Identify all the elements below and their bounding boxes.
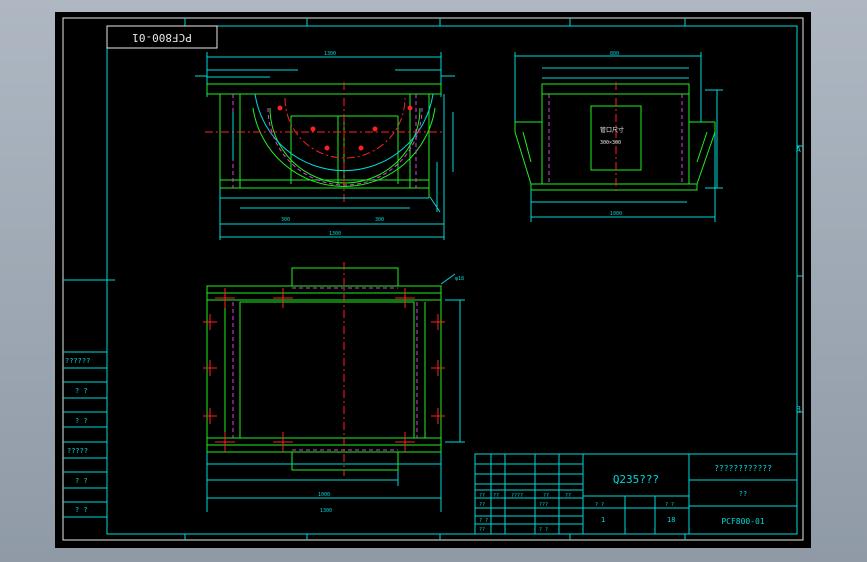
tb-cell: ? ? (665, 502, 674, 508)
code-stamp: PCF800-01 (132, 31, 192, 44)
sheet-inner-border (106, 25, 798, 535)
opening-size-value: 300×300 (600, 140, 621, 146)
drawing-number: PCF800-01 (721, 517, 765, 526)
tb-cell: ?? (479, 493, 485, 499)
tb-cell: ? ? (479, 518, 488, 524)
plan-view: φ18 1000 1300 (203, 262, 465, 514)
sidebar-label-1: ? ? (75, 387, 88, 395)
material-spec: Q235??? (613, 473, 659, 486)
dim-text: 1300 (329, 231, 341, 237)
scale-cell: 18 (667, 516, 675, 524)
dim-text: 1300 (324, 51, 336, 57)
side-view: 管口尺寸 300×300 800 1000 (514, 51, 723, 222)
sidebar-label-2: ? ? (75, 417, 88, 425)
tb-cell: ?? (565, 493, 571, 499)
tb-cell: ???? (511, 493, 523, 499)
dim-text: φ18 (455, 276, 464, 282)
zone-label-a: A (796, 145, 801, 154)
dim-text: 1000 (610, 211, 622, 217)
tb-cell: ??? (539, 502, 548, 508)
front-view: 1300 1300 300 300 (195, 51, 455, 240)
title-block-header: ???????????? (714, 464, 772, 473)
dim-text: 800 (610, 51, 619, 57)
cad-drawing: A B ?????? ? ? ? ? ????? ? ? ? ? PCF800-… (62, 17, 804, 541)
tb-cell: ? ? (539, 527, 548, 533)
dim-text: 300 (281, 217, 290, 223)
title-block-sub: ?? (739, 490, 747, 498)
tb-cell: ? ? (595, 502, 604, 508)
sidebar-label-4: ? ? (75, 477, 88, 485)
dim-text: 1000 (318, 492, 330, 498)
zone-ticks (184, 18, 803, 540)
cad-viewport[interactable]: A B ?????? ? ? ? ? ????? ? ? ? ? PCF800-… (55, 12, 811, 548)
dim-text: 300 (375, 217, 384, 223)
opening-size-note: 管口尺寸 (600, 126, 624, 134)
tb-cell: ?? (493, 493, 499, 499)
qty-cell: 1 (601, 516, 605, 524)
tb-cell: ?? (479, 502, 485, 508)
tb-cell: ?? (543, 493, 549, 499)
dim-text: 1300 (320, 508, 332, 514)
sidebar-label-0: ?????? (65, 357, 90, 365)
sidebar-label-3: ????? (67, 447, 88, 455)
tb-cell: ?? (479, 527, 485, 533)
zone-label-b: B (796, 405, 801, 414)
sidebar-label-5: ? ? (75, 506, 88, 514)
